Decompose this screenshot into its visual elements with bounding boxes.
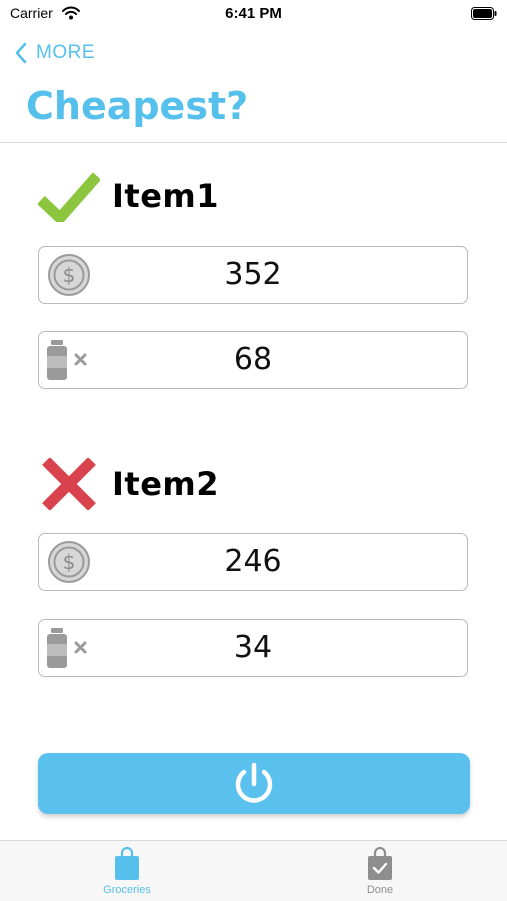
- bottle-multiply-icon: [47, 628, 87, 668]
- clock: 6:41 PM: [225, 5, 282, 22]
- status-bar: Carrier 6:41 PM: [0, 0, 507, 30]
- svg-text:$: $: [63, 263, 76, 287]
- quantity-value: 68: [233, 342, 273, 377]
- tab-label: Groceries: [103, 884, 151, 896]
- item-name: Item2: [112, 465, 220, 503]
- header-divider: [0, 142, 507, 143]
- back-button[interactable]: MORE: [14, 40, 95, 66]
- battery-icon: [471, 7, 497, 20]
- tab-label: Done: [366, 884, 394, 896]
- item-header-1: Item1: [38, 170, 219, 222]
- cross-icon: [42, 458, 96, 510]
- tab-done[interactable]: Done: [320, 841, 440, 901]
- page-title: Cheapest?: [26, 84, 249, 128]
- item-name: Item1: [112, 177, 220, 215]
- power-button[interactable]: [38, 753, 470, 814]
- bottle-multiply-icon: [47, 340, 87, 380]
- item-header-2: Item2: [38, 458, 219, 510]
- power-icon: [235, 762, 273, 803]
- coin-icon: $: [48, 541, 90, 583]
- check-icon: [38, 172, 100, 222]
- tab-groceries[interactable]: Groceries: [67, 841, 187, 901]
- quantity-field[interactable]: 68: [38, 331, 468, 389]
- price-field[interactable]: $ 352: [38, 246, 468, 304]
- chevron-left-icon: [15, 42, 27, 64]
- tab-bar: Groceries Done: [0, 840, 507, 901]
- price-value: 246: [224, 544, 282, 579]
- quantity-value: 34: [233, 630, 273, 665]
- svg-text:$: $: [63, 550, 76, 574]
- price-field[interactable]: $ 246: [38, 533, 468, 591]
- checked-bag-icon: [368, 847, 392, 880]
- shopping-bag-icon: [115, 847, 139, 880]
- price-value: 352: [224, 257, 282, 292]
- quantity-field[interactable]: 34: [38, 619, 468, 677]
- back-label: MORE: [36, 42, 95, 63]
- coin-icon: $: [48, 254, 90, 296]
